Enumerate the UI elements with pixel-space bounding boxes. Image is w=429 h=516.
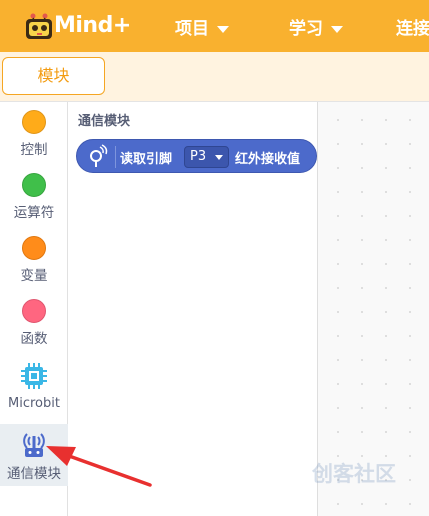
logo-text: Mind+	[54, 13, 131, 38]
category-functions[interactable]: 函数	[0, 299, 68, 347]
category-communication[interactable]: 通信模块	[0, 424, 68, 486]
nav-connect-label: 连接	[396, 19, 429, 39]
caret-down-icon	[217, 25, 229, 33]
nav-connect-menu[interactable]: 连接	[396, 14, 429, 39]
operators-color-dot-icon	[22, 173, 46, 197]
category-label: 运算符	[13, 205, 55, 221]
category-label: 函数	[20, 331, 48, 347]
block-text-read-pin: 读取引脚	[120, 152, 173, 167]
block-flyout: 通信模块 读取引脚 P3 红外接收值	[68, 102, 318, 516]
read-ir-value-block[interactable]: 读取引脚 P3 红外接收值	[76, 139, 317, 173]
category-label: 变量	[20, 268, 48, 284]
category-label: Microbit	[8, 396, 60, 411]
app-header: Mind+ 项目 学习 连接	[0, 0, 429, 52]
block-separator	[115, 146, 116, 168]
microbit-chip-icon	[21, 363, 47, 389]
category-sidebar: 控制 运算符 变量 函数 Microbit 通信模块	[0, 102, 68, 516]
nav-project-menu[interactable]: 项目	[175, 14, 229, 39]
ir-receiver-icon	[90, 144, 108, 167]
category-control[interactable]: 控制	[0, 110, 68, 158]
category-label: 控制	[20, 142, 48, 158]
watermark-text: 创客社区	[312, 462, 396, 486]
flyout-title: 通信模块	[78, 114, 131, 129]
variables-color-dot-icon	[22, 236, 46, 260]
caret-down-icon	[331, 25, 343, 33]
pin-dropdown-value: P3	[190, 149, 207, 164]
functions-color-dot-icon	[22, 299, 46, 323]
pin-dropdown[interactable]: P3	[184, 146, 229, 168]
block-text-ir-value: 红外接收值	[235, 152, 301, 167]
category-microbit[interactable]: Microbit	[0, 362, 68, 411]
tab-modules[interactable]: 模块	[2, 57, 105, 95]
category-operators[interactable]: 运算符	[0, 173, 68, 221]
control-color-dot-icon	[22, 110, 46, 134]
nav-learn-menu[interactable]: 学习	[289, 14, 343, 39]
code-workspace[interactable]	[318, 102, 429, 516]
nav-project-label: 项目	[175, 19, 209, 39]
caret-down-icon	[215, 155, 223, 160]
tab-bar: 模块	[0, 52, 429, 102]
ir-remote-icon	[23, 433, 45, 457]
category-label: 通信模块	[7, 466, 61, 482]
nav-learn-label: 学习	[289, 19, 323, 39]
robot-logo-icon	[26, 13, 52, 39]
mindplus-logo[interactable]: Mind+	[24, 8, 131, 46]
category-variables[interactable]: 变量	[0, 236, 68, 284]
